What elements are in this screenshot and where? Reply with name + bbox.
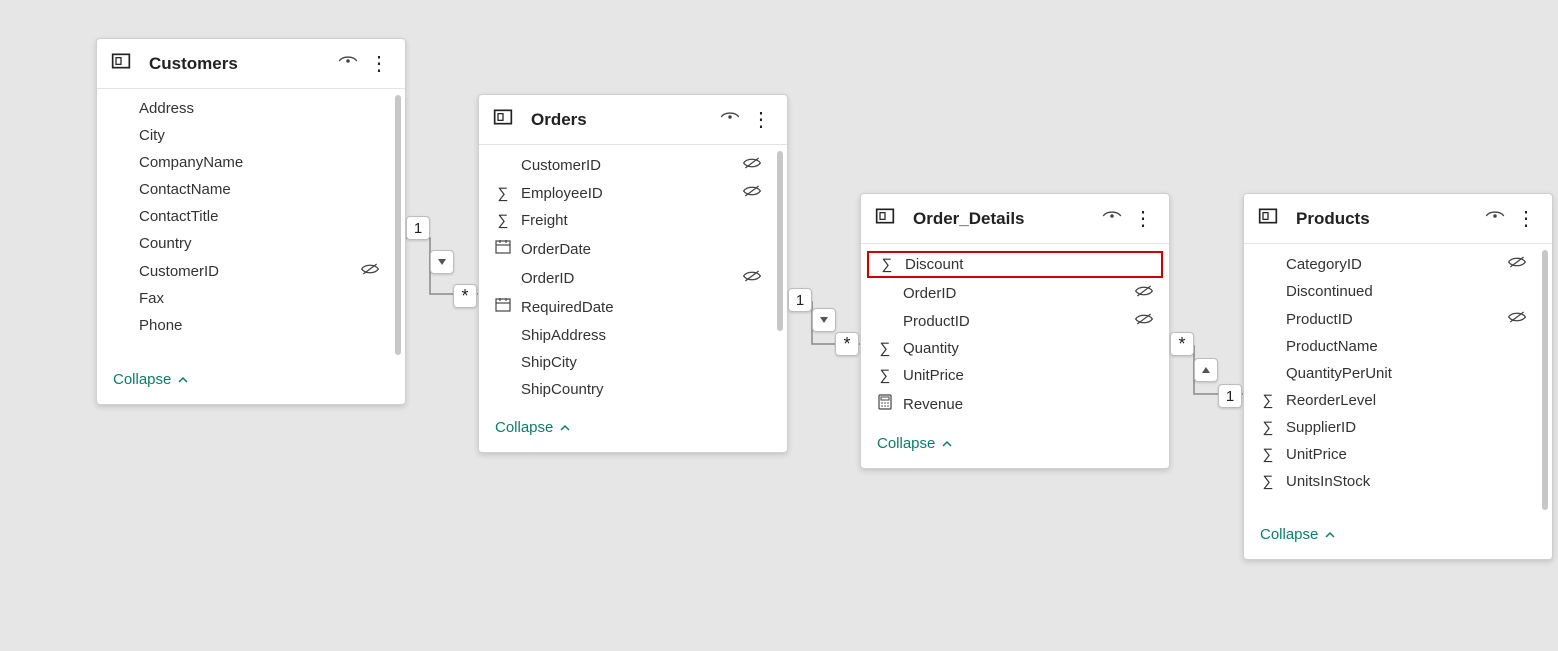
field-unitprice[interactable]: ∑UnitPrice xyxy=(861,362,1169,389)
field-unitprice[interactable]: ∑UnitPrice xyxy=(1244,441,1542,468)
field-discount[interactable]: ∑Discount xyxy=(867,251,1163,278)
table-icon xyxy=(111,52,131,75)
field-orderdate[interactable]: OrderDate xyxy=(479,234,777,264)
field-quantityperunit[interactable]: QuantityPerUnit xyxy=(1244,360,1542,387)
sum-icon: ∑ xyxy=(1258,446,1278,463)
scrollbar[interactable] xyxy=(777,151,783,403)
cardinality-many: * xyxy=(835,332,859,356)
visibility-icon[interactable] xyxy=(1484,209,1506,228)
kebab-menu-icon[interactable]: ⋮ xyxy=(369,51,389,76)
sum-icon: ∑ xyxy=(493,185,513,202)
kebab-menu-icon[interactable]: ⋮ xyxy=(751,107,771,132)
collapse-button[interactable]: Collapse xyxy=(479,409,787,440)
kebab-menu-icon[interactable]: ⋮ xyxy=(1133,206,1153,231)
field-orderid[interactable]: OrderID xyxy=(479,264,777,292)
visibility-icon[interactable] xyxy=(719,110,741,129)
table-order-details[interactable]: Order_Details ⋮ ∑Discount OrderID Produc… xyxy=(860,193,1170,469)
hidden-icon xyxy=(359,262,381,280)
filter-direction-down-icon xyxy=(430,250,454,274)
table-icon xyxy=(875,207,895,230)
table-title: Customers xyxy=(149,54,337,74)
hidden-icon xyxy=(741,156,763,174)
collapse-button[interactable]: Collapse xyxy=(1244,516,1552,547)
sum-icon: ∑ xyxy=(1258,473,1278,490)
field-productid[interactable]: ProductID xyxy=(861,307,1169,335)
hidden-icon xyxy=(1133,284,1155,302)
sum-icon: ∑ xyxy=(877,256,897,273)
field-quantity[interactable]: ∑Quantity xyxy=(861,335,1169,362)
cardinality-many: * xyxy=(1170,332,1194,356)
cardinality-one: 1 xyxy=(788,288,812,312)
scrollbar[interactable] xyxy=(395,95,401,355)
field-contactname[interactable]: ContactName xyxy=(97,176,395,203)
field-city[interactable]: City xyxy=(97,122,395,149)
table-icon xyxy=(493,108,513,131)
sum-icon: ∑ xyxy=(493,212,513,229)
kebab-menu-icon[interactable]: ⋮ xyxy=(1516,206,1536,231)
field-fax[interactable]: Fax xyxy=(97,285,395,312)
field-unitsinstock[interactable]: ∑UnitsInStock xyxy=(1244,468,1542,495)
scrollbar[interactable] xyxy=(1542,250,1548,510)
table-title: Order_Details xyxy=(913,209,1101,229)
sum-icon: ∑ xyxy=(875,340,895,357)
field-reorderlevel[interactable]: ∑ReorderLevel xyxy=(1244,387,1542,414)
cardinality-many: * xyxy=(453,284,477,308)
hidden-icon xyxy=(1133,312,1155,330)
field-customerid[interactable]: CustomerID xyxy=(479,151,777,179)
field-country[interactable]: Country xyxy=(97,230,395,257)
date-icon xyxy=(493,239,513,259)
field-address[interactable]: Address xyxy=(97,95,395,122)
field-freight[interactable]: ∑Freight xyxy=(479,207,777,234)
filter-direction-down-icon xyxy=(812,308,836,332)
table-title: Products xyxy=(1296,209,1484,229)
visibility-icon[interactable] xyxy=(337,54,359,73)
cardinality-one: 1 xyxy=(1218,384,1242,408)
field-requireddate[interactable]: RequiredDate xyxy=(479,292,777,322)
table-products[interactable]: Products ⋮ CategoryID Discontinued Produ… xyxy=(1243,193,1553,560)
table-customers[interactable]: Customers ⋮ Address City CompanyName Con… xyxy=(96,38,406,405)
hidden-icon xyxy=(1506,310,1528,328)
table-icon xyxy=(1258,207,1278,230)
calculator-icon xyxy=(875,394,895,414)
field-shipcity[interactable]: ShipCity xyxy=(479,349,777,376)
field-shipcountry[interactable]: ShipCountry xyxy=(479,376,777,403)
sum-icon: ∑ xyxy=(1258,419,1278,436)
cardinality-one: 1 xyxy=(406,216,430,240)
field-phone[interactable]: Phone xyxy=(97,312,395,339)
table-orders[interactable]: Orders ⋮ CustomerID ∑EmployeeID ∑Freight… xyxy=(478,94,788,453)
field-companyname[interactable]: CompanyName xyxy=(97,149,395,176)
hidden-icon xyxy=(1506,255,1528,273)
field-customerid[interactable]: CustomerID xyxy=(97,257,395,285)
field-productid[interactable]: ProductID xyxy=(1244,305,1542,333)
field-supplierid[interactable]: ∑SupplierID xyxy=(1244,414,1542,441)
field-orderid[interactable]: OrderID xyxy=(861,279,1169,307)
sum-icon: ∑ xyxy=(1258,392,1278,409)
sum-icon: ∑ xyxy=(875,367,895,384)
collapse-button[interactable]: Collapse xyxy=(97,361,405,392)
hidden-icon xyxy=(741,269,763,287)
hidden-icon xyxy=(741,184,763,202)
table-title: Orders xyxy=(531,110,719,130)
filter-direction-up-icon xyxy=(1194,358,1218,382)
field-contacttitle[interactable]: ContactTitle xyxy=(97,203,395,230)
field-discontinued[interactable]: Discontinued xyxy=(1244,278,1542,305)
field-shipaddress[interactable]: ShipAddress xyxy=(479,322,777,349)
visibility-icon[interactable] xyxy=(1101,209,1123,228)
date-icon xyxy=(493,297,513,317)
field-revenue[interactable]: Revenue xyxy=(861,389,1169,419)
field-productname[interactable]: ProductName xyxy=(1244,333,1542,360)
collapse-button[interactable]: Collapse xyxy=(861,425,1169,456)
field-categoryid[interactable]: CategoryID xyxy=(1244,250,1542,278)
field-employeeid[interactable]: ∑EmployeeID xyxy=(479,179,777,207)
